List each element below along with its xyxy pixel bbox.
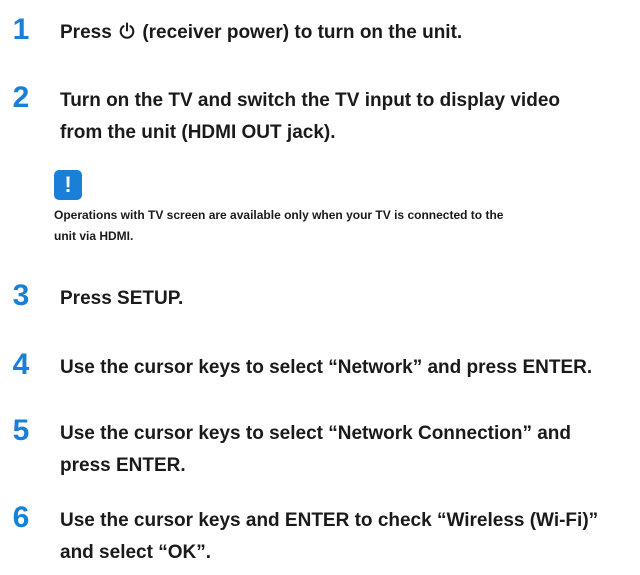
step-number: 3 — [12, 279, 30, 312]
step-text: Press SETUP. — [60, 288, 184, 309]
step-number: 1 — [12, 13, 30, 46]
step-text: Use the cursor keys to select “Network C… — [60, 423, 572, 476]
note-text: Operations with TV screen are available … — [54, 208, 504, 243]
power-icon — [119, 22, 135, 39]
step-text-part: Press — [60, 22, 118, 43]
exclamation-icon: ! — [54, 170, 82, 200]
note-box: ! Operations with TV screen are availabl… — [54, 170, 640, 247]
step-text-part: (receiver power) to turn on the unit. — [137, 22, 463, 43]
step-number: 4 — [12, 348, 30, 381]
step-number: 2 — [12, 81, 30, 114]
step-number: 6 — [12, 501, 30, 534]
step-text: Press (receiver power) to turn on the un… — [60, 17, 640, 49]
step-text: Use the cursor keys and ENTER to check “… — [60, 510, 599, 563]
step-text: Turn on the TV and switch the TV input t… — [60, 90, 560, 143]
step-number: 5 — [12, 414, 30, 447]
step-text: Use the cursor keys to select “Network” … — [60, 357, 593, 378]
